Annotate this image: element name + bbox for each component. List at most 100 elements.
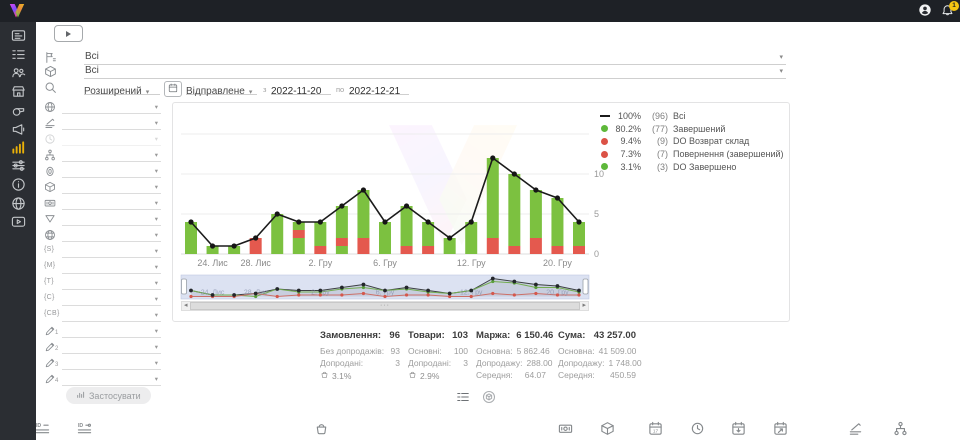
sidebar-item-settings[interactable] [0, 159, 36, 178]
product-icon[interactable] [600, 421, 615, 440]
sidebar-item-clients[interactable] [0, 66, 36, 85]
filter-row-product: ▾ [44, 180, 161, 194]
chevron-down-icon: ▾ [155, 375, 158, 383]
filter-select-custom-1[interactable]: ▾ [62, 324, 161, 338]
filter-select-utm-s[interactable]: ▾ [62, 244, 161, 258]
date-to-value: 2022-12-21 [349, 86, 400, 97]
filter-select-custom-3[interactable]: ▾ [62, 356, 161, 370]
filter-select-utm-t[interactable]: ▾ [62, 276, 161, 290]
legend-item[interactable]: 7.3%(7)Повернення (завершений) [597, 148, 784, 161]
chart-horizontal-scrollbar[interactable]: ◂ ··· ▸ [181, 301, 589, 311]
filter-select-funnel[interactable]: ▾ [62, 212, 161, 226]
stat-column-margin: Маржа:6 150.46Основна:5 862.46Допродажу:… [476, 330, 546, 381]
date-in-icon[interactable] [731, 421, 746, 440]
filter-select-country[interactable]: ▾ [62, 100, 161, 114]
legend-item[interactable]: 9.4%(9)DO Возврат склад [597, 135, 784, 148]
filter-select-structure[interactable]: ▾ [62, 148, 161, 162]
filter-row-time: ▾ [44, 132, 161, 146]
product-view-toggle[interactable] [482, 390, 496, 409]
settings-icon [11, 158, 26, 178]
topbar-actions: 1 [918, 3, 954, 22]
apply-button[interactable]: Застосувати [66, 387, 151, 404]
stat-column-orders: Замовлення:96Без допродажів:93Допродані:… [320, 330, 400, 382]
filter-select-utm-c[interactable]: ▾ [62, 292, 161, 306]
sidebar-item-store[interactable] [0, 85, 36, 104]
stat-title: Маржа: [476, 330, 510, 341]
legend-dot-icon [597, 151, 612, 158]
date-to-label: по [336, 85, 344, 94]
filter-select-signature[interactable]: ▾ [62, 116, 161, 130]
sidebar-item-orders[interactable] [0, 48, 36, 67]
filter-select-time[interactable]: ▾ [62, 132, 161, 146]
legend-item[interactable]: 3.1%(3)DO Завершено [597, 160, 784, 173]
date-from-input[interactable]: 2022-11-20 [271, 81, 331, 95]
source-id-icon[interactable]: ID [77, 421, 92, 440]
chevron-down-icon: ▾ [155, 311, 158, 319]
filter-row-identifier: ▾ [44, 164, 161, 178]
filter-select-product[interactable]: ▾ [62, 180, 161, 194]
date-from-value: 2022-11-20 [271, 86, 321, 97]
filter-row-utm-m: {M}▾ [44, 260, 161, 274]
filter-select-custom-2[interactable]: ▾ [62, 340, 161, 354]
sidebar-item-statistics[interactable] [0, 141, 36, 160]
filter-select-identifier[interactable]: ▾ [62, 164, 161, 178]
payment-icon[interactable] [558, 421, 573, 440]
calendar-button[interactable] [164, 81, 182, 97]
processing-time-icon[interactable] [690, 421, 705, 440]
chevron-down-icon: ▾ [155, 231, 158, 239]
basket-icon[interactable] [314, 421, 329, 440]
calendar-icon [168, 80, 178, 98]
sidebar-item-network[interactable] [0, 196, 36, 215]
stat-value: 43 257.00 [594, 330, 636, 341]
legend-item[interactable]: 80.2%(77)Завершений [597, 123, 784, 136]
filter-row-structure: ▾ [44, 148, 161, 162]
sidebar-item-info[interactable] [0, 178, 36, 197]
chart-icon [76, 390, 85, 401]
manager-tree-icon[interactable] [893, 421, 908, 440]
date-to-input[interactable]: 2022-12-21 [349, 81, 409, 95]
scroll-left-icon[interactable]: ◂ [182, 302, 190, 310]
utm-c-icon: {C} [44, 294, 55, 301]
filter-row-custom-2: 2▾ [44, 340, 161, 354]
video-tutorial-button[interactable] [54, 25, 83, 42]
filter-select-payment[interactable]: ▾ [62, 196, 161, 210]
list-view-toggle[interactable] [456, 390, 470, 409]
sidebar-item-dashboard[interactable] [0, 29, 36, 48]
brand-logo-icon[interactable] [7, 2, 27, 25]
scroll-right-icon[interactable]: ▸ [580, 302, 588, 310]
search-mode-dropdown[interactable]: Розширений▾ [84, 81, 160, 95]
status-dropdown[interactable]: Всі ▾ [84, 51, 786, 65]
order-id-icon[interactable]: ID [35, 421, 50, 440]
filter-row-funnel: ▾ [44, 212, 161, 226]
date-field-dropdown[interactable]: Відправлене▾ [186, 81, 257, 95]
notifications-bell-icon[interactable]: 1 [941, 4, 954, 22]
chevron-down-icon: ▾ [155, 151, 158, 159]
stat-title: Сума: [558, 330, 585, 341]
sidebar-item-announcements[interactable] [0, 122, 36, 141]
store-icon [11, 84, 26, 104]
calendar-date-icon[interactable]: 17 [648, 421, 663, 440]
sidebar-item-video-lessons[interactable] [0, 215, 36, 234]
user-avatar-icon[interactable] [918, 3, 932, 22]
date-out-icon[interactable] [773, 421, 788, 440]
product-dropdown[interactable]: Всі ▾ [84, 65, 786, 79]
scrollbar-thumb[interactable]: ··· [190, 302, 581, 310]
svg-text:ID: ID [78, 423, 83, 429]
filter-select-website[interactable]: ▾ [62, 228, 161, 242]
filter-select-custom-4[interactable]: ▾ [62, 372, 161, 386]
filter-row-custom-3: 3▾ [44, 356, 161, 370]
svg-text:ID: ID [36, 423, 41, 429]
legend-dot-icon [597, 125, 612, 132]
app-window: 1 Всі ▾ Всі ▾ Розширений▾ Відправлене▾ з… [0, 0, 960, 440]
filter-select-utm-cb[interactable]: ▾ [62, 308, 161, 322]
stat-value: 103 [452, 330, 468, 341]
legend-item[interactable]: 100%(96)Всі [597, 110, 784, 123]
stat-column-sum: Сума:43 257.00Основна:41 509.00Допродажу… [558, 330, 636, 381]
filter-select-utm-m[interactable]: ▾ [62, 260, 161, 274]
custom-4-icon: 4 [44, 372, 56, 390]
top-bar: 1 [0, 0, 960, 22]
basket-icon [320, 370, 329, 382]
sidebar-item-promo[interactable] [0, 103, 36, 122]
sort-layers-icon[interactable] [848, 421, 863, 440]
utm-cb-icon: {CB} [44, 310, 60, 317]
